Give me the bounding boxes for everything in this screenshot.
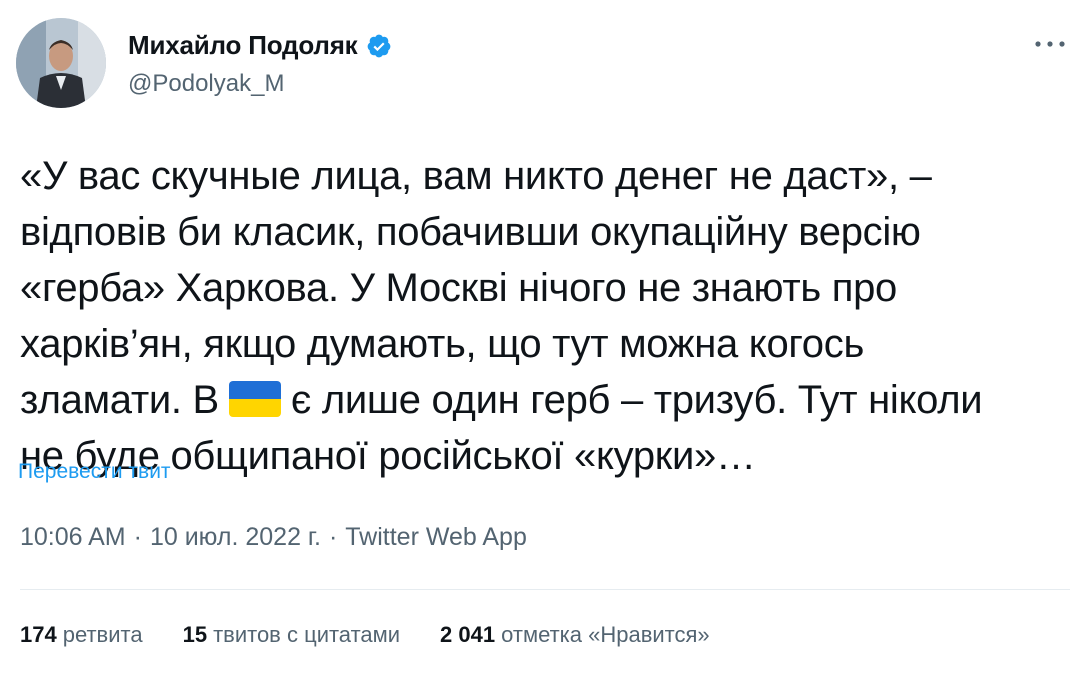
tweet-date[interactable]: 10 июл. 2022 г. (150, 523, 321, 551)
author-display-name[interactable]: Михайло Подоляк (128, 30, 358, 61)
avatar[interactable] (16, 18, 106, 108)
tweet-meta: 10:06 AM · 10 июл. 2022 г. · Twitter Web App (20, 523, 527, 552)
likes-stat[interactable]: 2 041 отметка «Нравится» (440, 622, 710, 648)
avatar-photo (16, 18, 106, 108)
ukraine-flag-icon (228, 381, 281, 417)
tweet-text: «У вас скучные лица, вам никто денег не … (20, 148, 1070, 484)
tweet-line: «герба» Харкова. У Москві нічого не знаю… (20, 266, 897, 310)
translate-tweet-link[interactable]: Перевести твит (18, 460, 171, 484)
tweet-line-part: є лише один герб – тризуб. Тут ніколи (290, 378, 983, 422)
tweet-line: харків’ян, якщо думають, що тут можна ко… (20, 322, 864, 366)
retweets-label: ретвита (62, 622, 143, 647)
tweet-source[interactable]: Twitter Web App (345, 523, 527, 551)
quotes-stat[interactable]: 15 твитов с цитатами (183, 622, 400, 648)
tweet-time[interactable]: 10:06 AM (20, 523, 126, 551)
verified-badge-icon (367, 34, 390, 57)
tweet-stats: 174 ретвита 15 твитов с цитатами 2 041 отме… (20, 622, 710, 648)
tweet-line-part: зламати. В (20, 378, 219, 422)
tweet-card: Михайло Подоляк @Podolyak_M «У вас скучн… (0, 0, 1088, 684)
tweet-line: «У вас скучные лица, вам никто денег не … (20, 154, 932, 198)
quotes-label: твитов с цитатами (213, 622, 401, 647)
tweet-line: зламати. В є лише один герб – тризуб. Тут… (20, 372, 1070, 428)
retweets-count: 174 (20, 622, 57, 647)
quotes-count: 15 (182, 622, 208, 647)
meta-separator: · (328, 523, 338, 551)
tweet-line: не буде общипаної російської «курки»… (20, 434, 756, 478)
more-horizontal-icon[interactable] (1030, 32, 1070, 56)
likes-label: отметка «Нравится» (501, 622, 710, 647)
divider (20, 589, 1070, 590)
meta-separator: · (133, 523, 142, 551)
author-handle[interactable]: @Podolyak_M (128, 70, 284, 98)
retweets-stat[interactable]: 174 ретвита (20, 622, 143, 648)
author-name-row[interactable]: Михайло Подоляк (128, 30, 392, 61)
likes-count: 2 041 (440, 622, 496, 647)
tweet-line: відповів би класик, побачивши окупаційну… (20, 210, 921, 254)
